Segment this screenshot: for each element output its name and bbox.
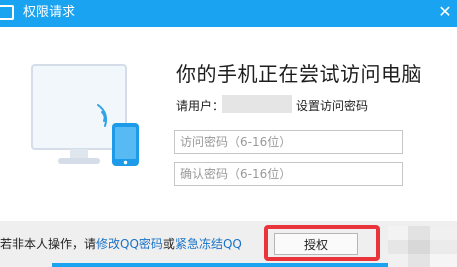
phone-screen	[115, 127, 136, 159]
bottom-accent-strip	[52, 263, 402, 267]
mosaic-block	[388, 254, 408, 267]
mosaic-block	[430, 240, 457, 254]
mosaic-block	[408, 254, 430, 267]
page-title: 你的手机正在尝试访问电脑	[176, 62, 422, 86]
notice-connector: 或	[162, 237, 175, 251]
user-label: 请用户：	[176, 99, 225, 113]
monitor-base	[58, 158, 100, 164]
notice-prefix: 若非本人操作，请	[0, 237, 97, 251]
mosaic-block	[408, 240, 430, 254]
phone-home-button	[123, 160, 128, 165]
highlight-annotation	[264, 225, 380, 261]
mosaic-block	[388, 240, 408, 254]
modify-qq-password-link[interactable]: 修改QQ密码	[96, 237, 163, 251]
mosaic-block	[408, 226, 430, 240]
monitor-screen	[31, 64, 127, 150]
password-input[interactable]	[174, 130, 403, 154]
close-button[interactable]: ✕	[437, 2, 453, 22]
set-password-text: 设置访问密码	[296, 99, 369, 113]
window-title: 权限请求	[23, 5, 76, 20]
security-notice: 若非本人操作，请修改QQ密码或紧急冻结QQ	[0, 235, 242, 252]
mosaic-block	[388, 226, 408, 240]
masked-username	[222, 95, 292, 113]
tablet-icon	[0, 5, 14, 20]
computer-phone-illustration	[31, 64, 139, 166]
mosaic-block	[430, 226, 457, 240]
close-icon: ✕	[438, 2, 452, 21]
mosaic-block	[430, 254, 457, 267]
title-bar: 权限请求 ✕	[0, 0, 457, 27]
freeze-qq-link[interactable]: 紧急冻结QQ	[175, 237, 242, 251]
confirm-password-input[interactable]	[174, 162, 403, 186]
monitor-neck	[70, 149, 88, 159]
